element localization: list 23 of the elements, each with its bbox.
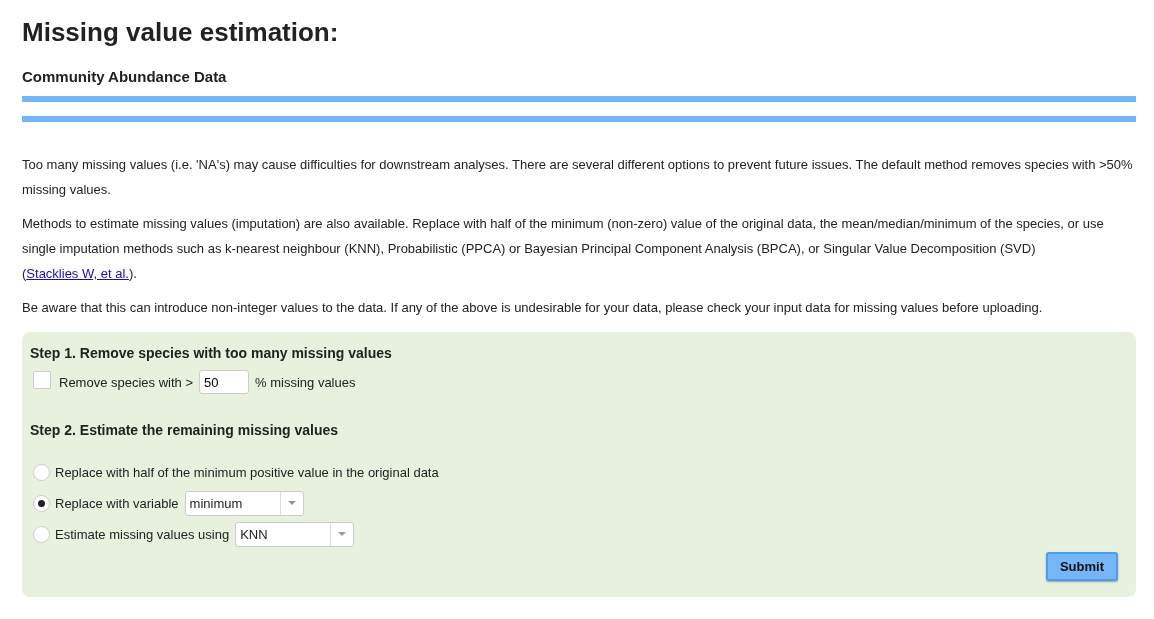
- paragraph: Methods to estimate missing values (imputation) are also available. Replace with half of the minimum (non-zero) value of the original data, the mean/median/minimum of the species, or use single imputation methods such as k-nearest neighbour (KNN), Probabilistic (PPCA) or Bayesian Principal Component Analysis (BPCA), or Singular Value Decomposition (SVD) (Stacklies W, et al.).: [22, 215, 1105, 283]
- checkbox[interactable]: [33, 371, 51, 389]
- paragraph: Too many missing values (i.e. 'NA's) may cause difficulties for downstream analyses. There are several different options to prevent future issues. The default method removes species with >50% missing values.: [22, 156, 1134, 199]
- paragraph: Be aware that this can introduce non-integer values to the data. If any of the above is undesirable for your data, please check your input data for missing values before uploading.: [22, 299, 1044, 317]
- caret-icon: [338, 532, 347, 536]
- page-title: Missing value estimation:: [22, 16, 340, 48]
- option-label: Replace with half of the minimum positive value in the original data: [55, 464, 439, 480]
- option-label: Estimate missing values using: [55, 526, 230, 542]
- field-label: Remove species with >: [59, 374, 194, 390]
- step-heading: Step 1. Remove species with too many missing values: [30, 344, 393, 362]
- radio-button[interactable]: [33, 525, 50, 543]
- dropdown[interactable]: minimum: [184, 490, 304, 516]
- percent-field[interactable]: 50: [199, 370, 250, 394]
- step-heading: Step 2. Estimate the remaining missing values: [30, 421, 340, 439]
- radio-button[interactable]: [33, 463, 50, 481]
- field-label: % missing values: [255, 374, 356, 390]
- radio-button[interactable]: [33, 494, 50, 512]
- option-label: Replace with variable: [55, 495, 179, 511]
- submit-button[interactable]: Submit: [1045, 552, 1118, 581]
- dropdown[interactable]: KNN: [235, 521, 355, 547]
- caret-icon: [287, 501, 296, 505]
- section-subtitle: Community Abundance Data: [22, 68, 228, 86]
- reference-link[interactable]: Stacklies W, et al.: [26, 266, 129, 281]
